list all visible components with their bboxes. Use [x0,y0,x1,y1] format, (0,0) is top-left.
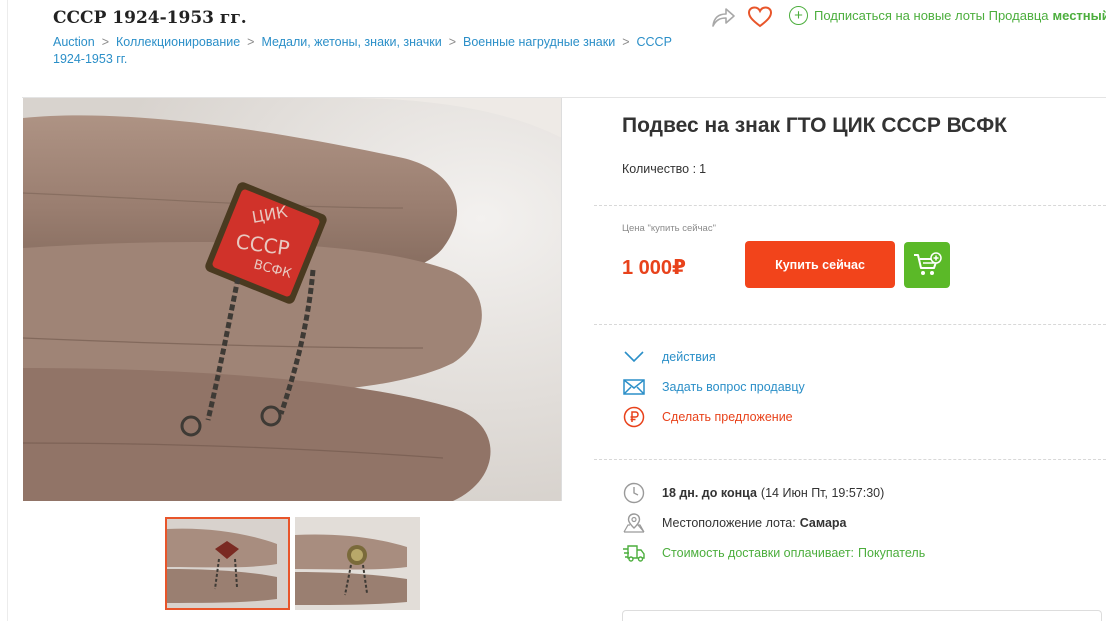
left-border [7,0,8,621]
page-title: СССР 1924-1953 гг. [53,8,247,28]
time-left: 18 дн. до конца [662,486,757,500]
plus-circle-icon: + [789,6,808,25]
thumbnail-2[interactable] [295,517,420,610]
divider [594,459,1106,460]
quantity: Количество :1 [622,162,706,176]
main-photo[interactable]: ЦИК СССР ВСФК [23,98,562,501]
time-left-row: 18 дн. до конца (14 Июн Пт, 19:57:30) [622,481,884,505]
cart-plus-icon [914,252,942,275]
subscribe-seller-link[interactable]: + Подписаться на новые лоты Продавца мес… [789,6,1106,25]
shipping-row: Стоимость доставки оплачивает: Покупател… [622,541,925,565]
location-value: Самара [799,516,847,530]
shipping-label: Стоимость доставки оплачивает: [662,546,855,560]
make-offer-label: Сделать предложение [662,410,793,424]
end-date: (14 Июн Пт, 19:57:30) [760,486,885,500]
ask-seller-label: Задать вопрос продавцу [662,380,805,394]
breadcrumb-auction[interactable]: Auction [53,35,95,49]
ruble-circle-icon [622,406,646,428]
actions-dropdown[interactable]: действия [622,346,716,368]
breadcrumb-separator: > [448,35,457,49]
quantity-label: Количество : [622,162,697,176]
chevron-down-icon [622,346,646,368]
favorite-heart-icon[interactable] [747,5,773,29]
breadcrumb-separator: > [247,35,255,49]
breadcrumb-military-badges[interactable]: Военные нагрудные знаки [463,35,615,49]
seller-name[interactable]: местный11 [1053,8,1106,23]
breadcrumb-separator: > [622,35,630,49]
location-label: Местоположение лота: [662,516,796,530]
bottom-panel [622,610,1102,621]
shipping-value: Покупатель [858,546,926,560]
location-row: Местоположение лота: Самара [622,511,847,535]
divider [594,324,1106,325]
divider [594,205,1106,206]
map-pin-icon [622,511,646,535]
make-offer-link[interactable]: Сделать предложение [622,406,793,428]
add-to-cart-button[interactable] [904,242,950,288]
breadcrumb: Auction > Коллекционирование > Медали, жетон… [53,34,683,68]
quantity-value: 1 [699,162,707,176]
breadcrumb-separator: > [101,35,110,49]
ask-seller-link[interactable]: Задать вопрос продавцу [622,376,805,398]
delivery-truck-icon [622,541,646,565]
clock-icon [622,481,646,505]
buy-now-button[interactable]: Купить сейчас [745,241,895,288]
subscribe-label: Подписаться на новые лоты Продавца [814,8,1049,23]
actions-label: действия [662,350,716,364]
thumbnail-1[interactable] [165,517,290,610]
price-label: Цена "купить сейчас" [622,223,716,234]
share-icon[interactable] [710,5,736,29]
lot-title: Подвес на знак ГТО ЦИК СССР ВСФК [622,114,1007,137]
breadcrumb-collecting[interactable]: Коллекционирование [116,35,240,49]
envelope-icon [622,376,646,398]
breadcrumb-medals[interactable]: Медали, жетоны, знаки, значки [261,35,441,49]
price-value: 1 000₽ [622,257,686,279]
